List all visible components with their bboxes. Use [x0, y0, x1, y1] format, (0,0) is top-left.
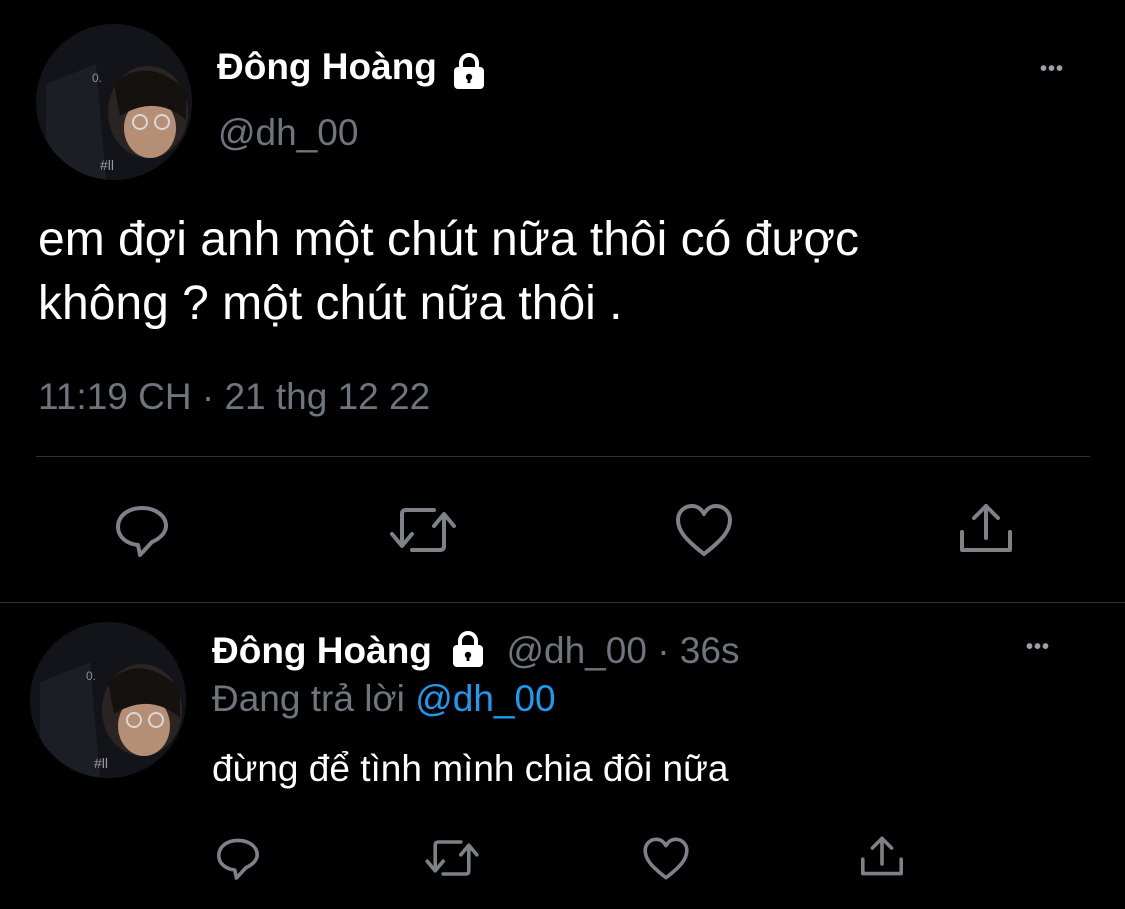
more-icon[interactable]: •••	[1026, 636, 1050, 659]
tweet-text-line-2: không ? một chút nữa thôi .	[38, 277, 623, 330]
share-icon[interactable]	[858, 832, 906, 880]
tweet-text: em đợi anh một chút nữa thôi có được khô…	[38, 208, 859, 336]
display-name[interactable]: Đông Hoàng	[217, 46, 437, 87]
handle-time[interactable]: @dh_00 · 36s	[506, 630, 739, 671]
reply-text: đừng để tình mình chia đôi nữa	[212, 748, 729, 789]
like-icon[interactable]	[674, 502, 734, 558]
timestamp[interactable]: 11:19 CH · 21 thg 12 22	[38, 374, 430, 420]
svg-text:#ll: #ll	[100, 157, 114, 173]
svg-text:#ll: #ll	[94, 755, 108, 771]
display-name[interactable]: Đông Hoàng	[212, 630, 432, 671]
divider	[36, 456, 1090, 457]
svg-text:0.: 0.	[86, 669, 96, 683]
svg-text:0.: 0.	[92, 71, 102, 85]
more-icon[interactable]: •••	[1040, 58, 1064, 81]
lock-icon	[449, 51, 489, 91]
retweet-icon[interactable]	[388, 500, 458, 560]
avatar[interactable]: 0. #ll	[30, 622, 186, 778]
replying-to: Đang trả lời @dh_00	[212, 676, 556, 722]
divider	[0, 602, 1125, 603]
author-name-row: Đông Hoàng	[217, 44, 489, 90]
reply-header: Đông Hoàng @dh_00 · 36s	[212, 628, 739, 674]
tweet-text-line-1: em đợi anh một chút nữa thôi có được	[38, 213, 859, 266]
like-icon[interactable]	[642, 836, 690, 881]
avatar[interactable]: 0. #ll	[36, 24, 192, 180]
replying-to-link[interactable]: @dh_00	[415, 678, 555, 719]
handle[interactable]: @dh_00	[218, 110, 358, 156]
retweet-icon[interactable]	[424, 834, 480, 882]
reply-icon[interactable]	[112, 500, 172, 560]
replying-prefix: Đang trả lời	[212, 678, 405, 719]
reply-icon[interactable]	[214, 834, 262, 882]
lock-icon	[448, 629, 488, 669]
share-icon[interactable]	[956, 498, 1016, 558]
